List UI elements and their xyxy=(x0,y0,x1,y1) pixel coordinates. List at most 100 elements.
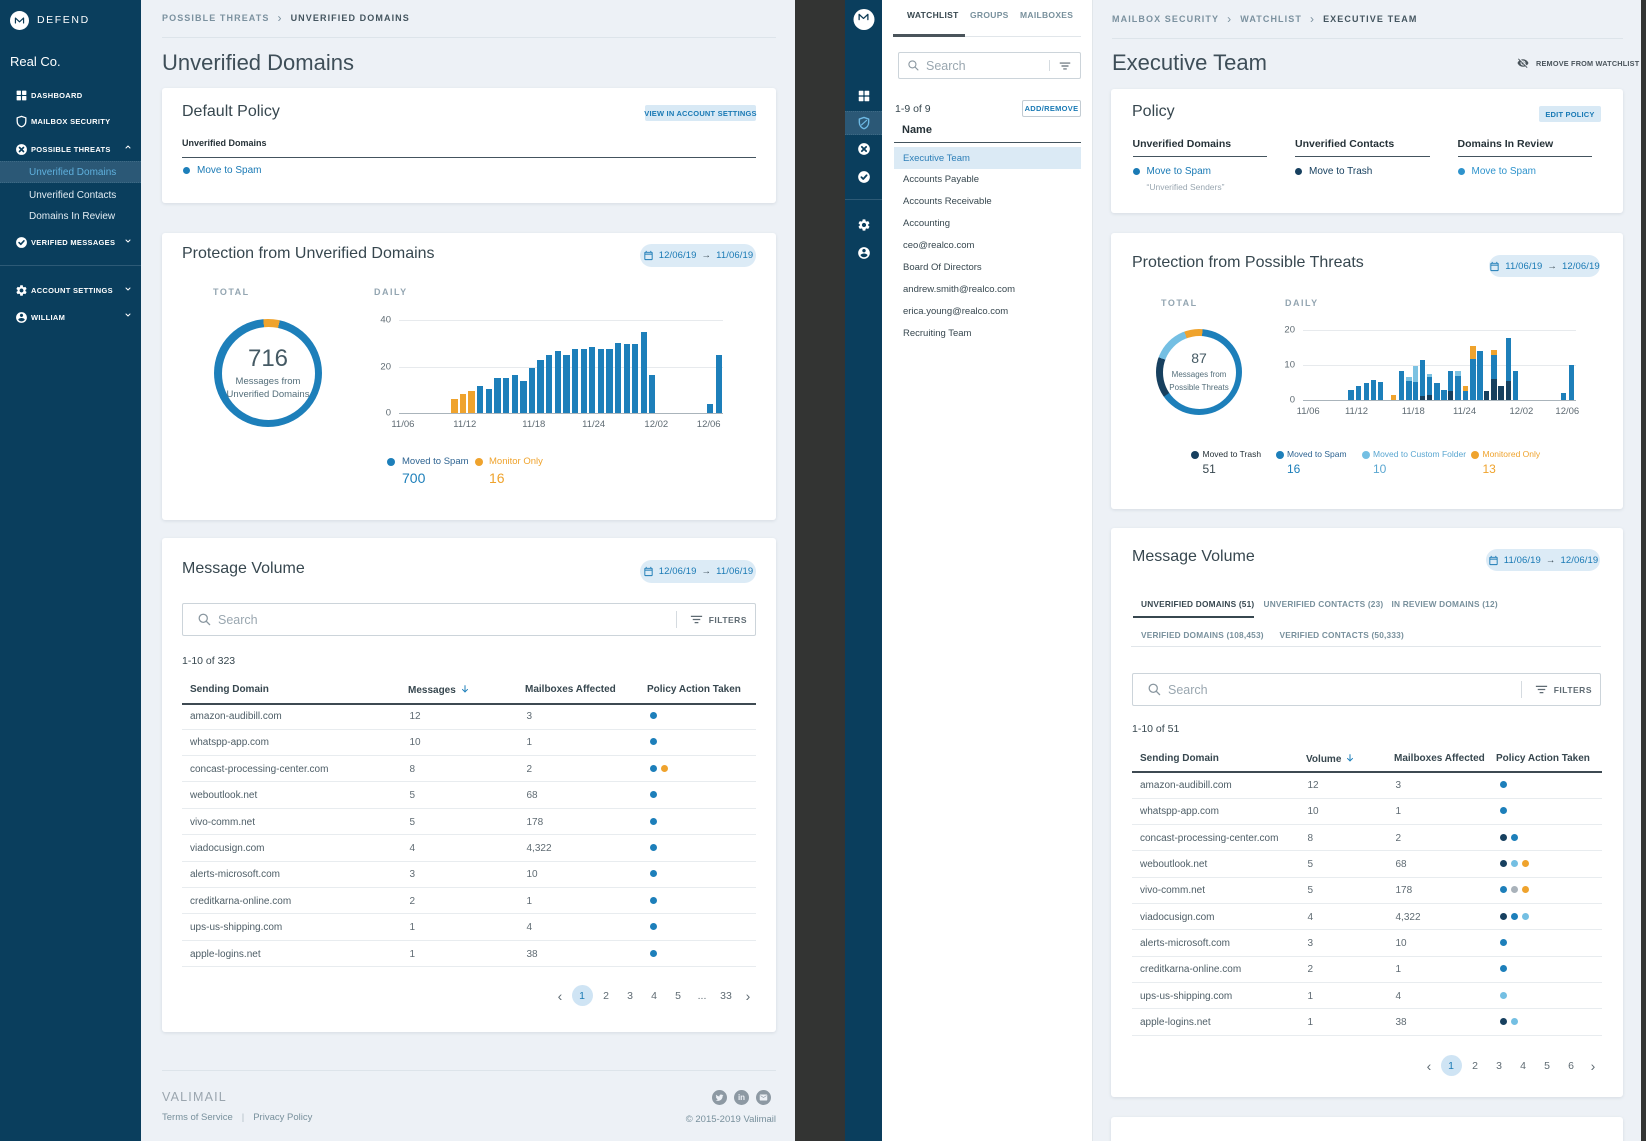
bar-segment xyxy=(486,389,492,413)
right-volume-date-range[interactable]: 11/06/19 → 12/06/19 xyxy=(1486,549,1600,571)
tab-unverified-domains-51-[interactable]: UNVERIFIED DOMAINS (51) xyxy=(1141,599,1254,609)
right-protection-date-range[interactable]: 11/06/19 → 12/06/19 xyxy=(1489,255,1600,277)
watchlist-item[interactable]: ceo@realco.com xyxy=(894,235,1081,257)
pagination-page-6[interactable]: 6 xyxy=(1561,1055,1582,1076)
cell-mailboxes: 1 xyxy=(1396,964,1402,975)
pagination-next-button[interactable]: › xyxy=(1583,1056,1603,1076)
sidebar-item-mailbox-security[interactable]: MAILBOX SECURITY xyxy=(0,110,141,133)
valimail-mark-icon[interactable] xyxy=(853,9,874,30)
tab-watchlist[interactable]: WATCHLIST xyxy=(907,10,959,28)
pagination-page-2[interactable]: 2 xyxy=(1465,1055,1486,1076)
rail-check-circle-icon[interactable] xyxy=(845,165,882,189)
pagination-page-3[interactable]: 3 xyxy=(620,985,641,1006)
column-header-mailboxes-affected[interactable]: Mailboxes Affected xyxy=(1394,753,1485,764)
watchlist-item[interactable]: Accounts Payable xyxy=(894,169,1081,191)
rail-shield-icon[interactable] xyxy=(845,111,882,135)
sidebar-item-dashboard[interactable]: DASHBOARD xyxy=(0,84,141,107)
tab-groups[interactable]: GROUPS xyxy=(970,10,1009,28)
sidebar-item-account-settings[interactable]: ACCOUNT SETTINGS xyxy=(0,279,141,302)
search-input[interactable] xyxy=(1168,683,1521,697)
tab-in-review-domains-12-[interactable]: IN REVIEW DOMAINS (12) xyxy=(1392,599,1498,609)
pagination-page-4[interactable]: 4 xyxy=(1513,1055,1534,1076)
add-remove-button[interactable]: ADD/REMOVE xyxy=(1022,100,1081,117)
sidebar-item-possible-threats[interactable]: POSSIBLE THREATS xyxy=(0,138,141,161)
tab-mailboxes[interactable]: MAILBOXES xyxy=(1020,10,1073,28)
pagination-page-5[interactable]: 5 xyxy=(668,985,689,1006)
pagination-page-2[interactable]: 2 xyxy=(596,985,617,1006)
column-header-mailboxes-affected[interactable]: Mailboxes Affected xyxy=(525,684,616,695)
filter-icon[interactable] xyxy=(689,612,704,627)
pagination-page-33[interactable]: 33 xyxy=(716,985,737,1006)
policy-card: Policy EDIT POLICY Unverified DomainsMov… xyxy=(1111,89,1623,213)
pagination-page-3[interactable]: 3 xyxy=(1489,1055,1510,1076)
pagination-prev-button[interactable]: ‹ xyxy=(550,986,570,1006)
filters-button[interactable]: FILTERS xyxy=(709,615,747,625)
footer-link-terms-of-service[interactable]: Terms of Service xyxy=(162,1112,233,1123)
rail-person-icon[interactable] xyxy=(845,241,882,265)
legend-dot xyxy=(387,458,395,466)
watchlist-item[interactable]: Accounts Receivable xyxy=(894,191,1081,213)
search-input[interactable] xyxy=(218,613,676,627)
watchlist-item[interactable]: Recruiting Team xyxy=(894,322,1081,344)
search-divider xyxy=(676,611,677,628)
watchlist-item[interactable]: andrew.smith@realco.com xyxy=(894,278,1081,300)
sidebar-subitem-domains-in-review[interactable]: Domains In Review xyxy=(0,206,141,228)
filter-icon[interactable] xyxy=(1058,59,1072,73)
column-header-messages[interactable]: Messages xyxy=(408,684,470,697)
column-header-volume[interactable]: Volume xyxy=(1306,753,1355,766)
defend-logo[interactable]: DEFEND xyxy=(10,10,90,30)
edit-policy-button[interactable]: EDIT POLICY xyxy=(1539,106,1601,122)
gridline xyxy=(1303,365,1576,366)
twitter-icon[interactable] xyxy=(712,1090,727,1105)
left-volume-date-range[interactable]: 12/06/19 → 11/06/19 xyxy=(640,560,756,583)
pagination-page-4[interactable]: 4 xyxy=(644,985,665,1006)
tab-verified-domains-108-453-[interactable]: VERIFIED DOMAINS (108,453) xyxy=(1141,630,1264,640)
pagination-page-1[interactable]: 1 xyxy=(572,985,593,1006)
bar-segment xyxy=(606,349,612,413)
linkedin-icon[interactable]: in xyxy=(734,1090,749,1105)
watchlist-item[interactable]: erica.young@realco.com xyxy=(894,300,1081,322)
sidebar-subitem-unverified-contacts[interactable]: Unverified Contacts xyxy=(0,184,141,206)
breadcrumb-item[interactable]: WATCHLIST xyxy=(1240,14,1302,24)
legend-label: Monitor Only xyxy=(489,456,543,467)
rail-x-circle-icon[interactable] xyxy=(845,137,882,161)
cell-policy-dots xyxy=(1500,886,1533,893)
legend-dot xyxy=(1276,451,1284,459)
legend-value: 51 xyxy=(1203,462,1216,476)
bar-segment xyxy=(1420,360,1426,396)
sidebar-subitem-unverified-domains[interactable]: Unverified Domains xyxy=(0,161,141,183)
remove-from-watchlist-button[interactable]: REMOVE FROM WATCHLIST xyxy=(1517,57,1639,69)
breadcrumb-item[interactable]: POSSIBLE THREATS xyxy=(162,13,269,23)
breadcrumb-item[interactable]: EXECUTIVE TEAM xyxy=(1323,14,1417,24)
pagination-prev-button[interactable]: ‹ xyxy=(1419,1056,1439,1076)
column-header-policy-action-taken[interactable]: Policy Action Taken xyxy=(647,684,741,695)
pagination-page-1[interactable]: 1 xyxy=(1441,1055,1462,1076)
watchlist-item[interactable]: Executive Team xyxy=(894,147,1081,169)
bar-segment xyxy=(1364,383,1370,400)
column-header-sending-domain[interactable]: Sending Domain xyxy=(190,684,269,695)
breadcrumb-item[interactable]: MAILBOX SECURITY xyxy=(1112,14,1219,24)
watchlist-search-input[interactable] xyxy=(926,59,1049,73)
column-header-sending-domain[interactable]: Sending Domain xyxy=(1140,753,1219,764)
sidebar-item-william[interactable]: WILLIAM xyxy=(0,306,141,329)
breadcrumb-item[interactable]: UNVERIFIED DOMAINS xyxy=(291,13,410,23)
left-protection-date-range[interactable]: 12/06/19 → 11/06/19 xyxy=(640,244,756,267)
calendar-icon xyxy=(1489,261,1500,272)
sidebar-item-verified-messages[interactable]: VERIFIED MESSAGES xyxy=(0,231,141,254)
rail-grid-icon[interactable] xyxy=(845,84,882,108)
pagination-page-5[interactable]: 5 xyxy=(1537,1055,1558,1076)
cell-mailboxes: 178 xyxy=(527,817,544,828)
column-header-policy-action-taken[interactable]: Policy Action Taken xyxy=(1496,753,1590,764)
email-icon[interactable] xyxy=(756,1090,771,1105)
rail-gear-icon[interactable] xyxy=(845,213,882,237)
watchlist-item[interactable]: Accounting xyxy=(894,213,1081,235)
tab-verified-contacts-50-333-[interactable]: VERIFIED CONTACTS (50,333) xyxy=(1280,630,1404,640)
cell-sending-domain: creditkarna-online.com xyxy=(1140,964,1241,975)
tab-unverified-contacts-23-[interactable]: UNVERIFIED CONTACTS (23) xyxy=(1264,599,1384,609)
footer-link-privacy-policy[interactable]: Privacy Policy xyxy=(253,1112,312,1123)
filters-button[interactable]: FILTERS xyxy=(1554,685,1592,695)
watchlist-item[interactable]: Board Of Directors xyxy=(894,257,1081,279)
filter-icon[interactable] xyxy=(1534,682,1549,697)
view-in-account-settings-button[interactable]: VIEW IN ACCOUNT SETTINGS xyxy=(645,105,756,121)
pagination-next-button[interactable]: › xyxy=(738,986,758,1006)
